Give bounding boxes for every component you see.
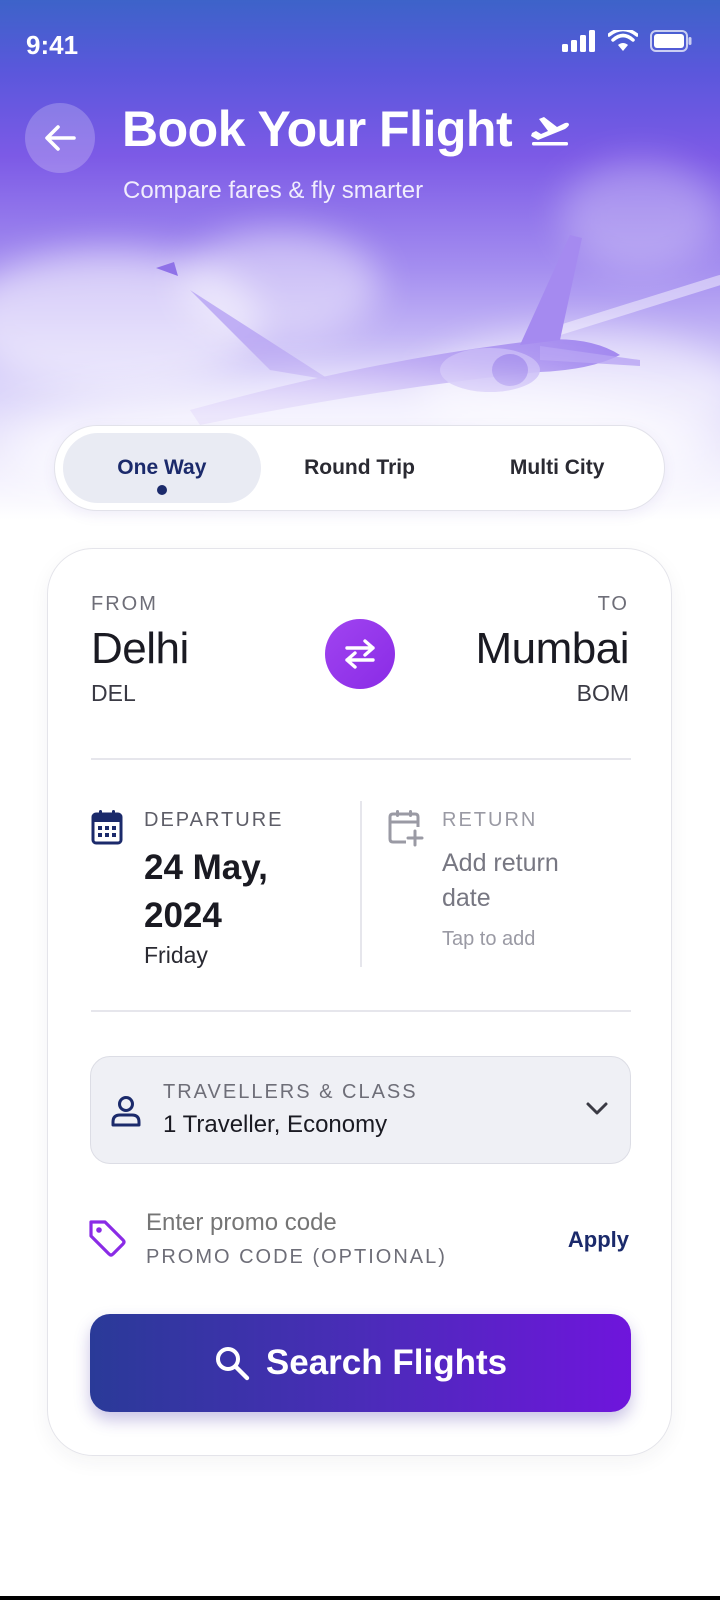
page-title-text: Book Your Flight (122, 101, 513, 157)
to-field[interactable]: TO Mumbai BOM (476, 593, 630, 707)
vertical-divider (360, 801, 362, 967)
departure-day: Friday (144, 942, 208, 968)
wifi-icon (608, 30, 638, 51)
return-field[interactable]: RETURN Add return date Tap to add (388, 809, 559, 950)
page-subtitle: Compare fares & fly smarter (123, 177, 424, 204)
tab-label: Round Trip (304, 456, 415, 479)
person-icon (111, 1096, 141, 1127)
trip-type-tabs: One Way Round Trip Multi City (54, 425, 665, 511)
tab-multi-city[interactable]: Multi City (458, 433, 656, 503)
tab-label: Multi City (509, 456, 605, 479)
promo-code-label: PROMO CODE (OPTIONAL) (146, 1246, 447, 1268)
chevron-down-icon (586, 1102, 608, 1115)
apply-promo-button[interactable]: Apply (568, 1227, 629, 1253)
swap-route-button[interactable] (325, 619, 395, 689)
back-button[interactable] (25, 103, 95, 173)
page-title: Book Your Flight (122, 100, 570, 158)
divider (91, 1010, 631, 1012)
search-icon (215, 1347, 250, 1381)
status-bar: 9:41 (0, 0, 720, 88)
departure-field[interactable]: DEPARTURE 24 May, 2024 Friday (91, 809, 282, 968)
tag-icon (89, 1220, 126, 1257)
search-flights-label: Search Flights (265, 1343, 508, 1382)
departure-date: 24 May, 2024 (144, 848, 268, 935)
return-label: RETURN (442, 809, 538, 831)
from-city: Delhi (91, 624, 189, 673)
battery-icon (650, 30, 692, 52)
travellers-class-dropdown[interactable]: TRAVELLERS & CLASS 1 Traveller, Economy (90, 1056, 631, 1164)
status-time: 9:41 (26, 30, 79, 60)
travellers-label: TRAVELLERS & CLASS (163, 1081, 418, 1103)
from-label: FROM (91, 593, 158, 615)
calendar-add-icon (388, 810, 424, 847)
active-tab-indicator (156, 485, 167, 495)
from-field[interactable]: FROM Delhi DEL (91, 593, 189, 707)
signal-icon (562, 30, 595, 52)
divider (91, 758, 631, 760)
tab-one-way[interactable]: One Way (63, 433, 261, 503)
tab-round-trip[interactable]: Round Trip (261, 433, 459, 503)
search-flights-button[interactable]: Search Flights (90, 1314, 631, 1412)
tab-label: One Way (117, 456, 207, 479)
to-label: TO (597, 593, 629, 615)
back-arrow-icon (45, 125, 76, 151)
home-indicator (0, 1596, 720, 1600)
swap-icon (345, 639, 375, 669)
calendar-icon (91, 810, 123, 845)
promo-code-input[interactable] (146, 1209, 476, 1237)
travellers-value: 1 Traveller, Economy (163, 1111, 388, 1138)
return-value: Add return date (442, 849, 559, 912)
airplane-departure-icon (531, 117, 570, 146)
booking-card: FROM Delhi DEL TO Mumbai BOM DEPARTURE 2… (47, 548, 672, 1456)
to-city: Mumbai (475, 624, 630, 673)
from-code: DEL (91, 680, 136, 706)
departure-label: DEPARTURE (144, 809, 284, 831)
to-code: BOM (576, 680, 629, 706)
return-hint: Tap to add (442, 928, 536, 950)
